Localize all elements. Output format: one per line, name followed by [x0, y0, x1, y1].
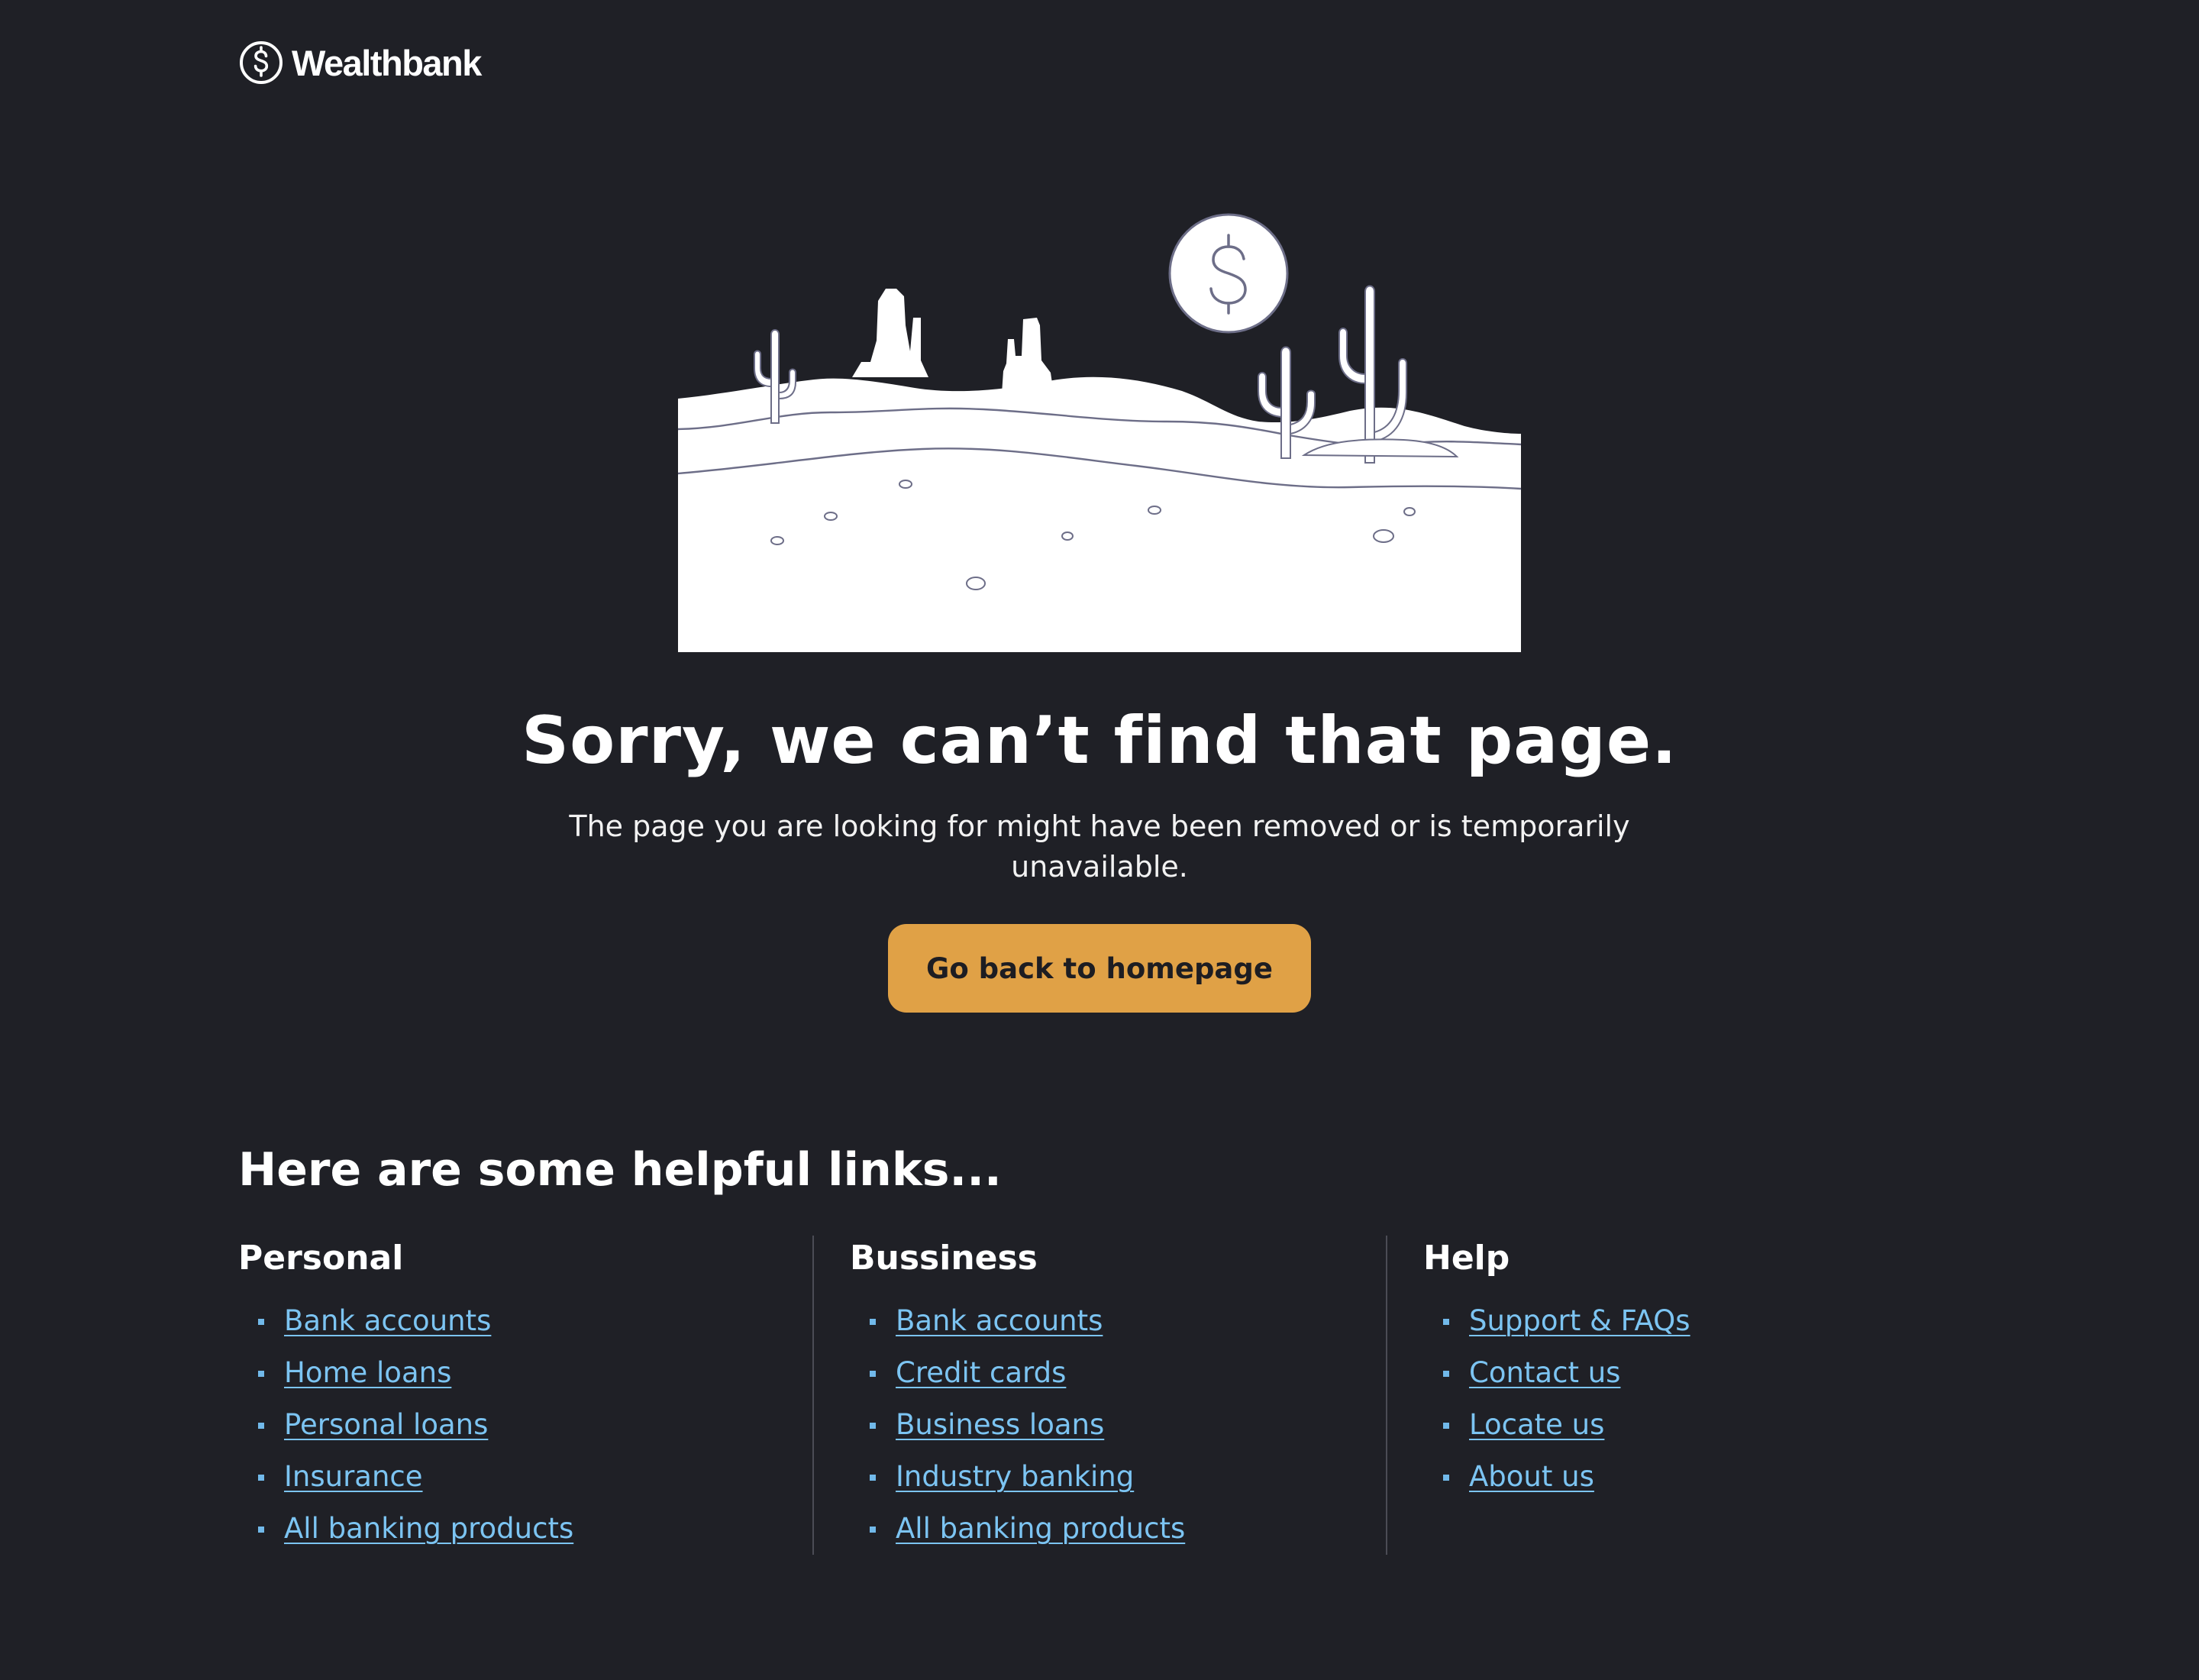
column-title: Personal — [238, 1239, 404, 1278]
dollar-circle-icon — [1168, 213, 1289, 334]
list-item: Home loans — [238, 1347, 811, 1399]
column-title: Help — [1423, 1239, 1510, 1278]
list-item: Business loans — [850, 1399, 1422, 1451]
list-item: Bank accounts — [238, 1295, 811, 1347]
link-insurance[interactable]: Insurance — [284, 1460, 423, 1493]
links-column-personal: Personal Bank accounts Home loans Person… — [238, 1236, 811, 1555]
links-column-help: Help Support & FAQs Contact us Locate us… — [1386, 1236, 1958, 1555]
list-item: Insurance — [238, 1451, 811, 1503]
bullet-icon — [258, 1475, 264, 1481]
bullet-icon — [870, 1423, 876, 1429]
bullet-icon — [258, 1527, 264, 1533]
list-item: All banking products — [238, 1503, 811, 1555]
bullet-icon — [258, 1423, 264, 1429]
bullet-icon — [870, 1371, 876, 1377]
brand-name: Wealthbank — [292, 42, 482, 83]
links-column-business: Bussiness Bank accounts Credit cards Bus… — [812, 1236, 1422, 1555]
bullet-icon — [258, 1319, 264, 1325]
list-item: Personal loans — [238, 1399, 811, 1451]
bullet-icon — [1443, 1319, 1449, 1325]
link-support-faqs[interactable]: Support & FAQs — [1469, 1304, 1690, 1337]
bullet-icon — [1443, 1475, 1449, 1481]
link-list: Bank accounts Credit cards Business loan… — [850, 1295, 1422, 1555]
link-about-us[interactable]: About us — [1469, 1460, 1594, 1493]
list-item: All banking products — [850, 1503, 1422, 1555]
link-home-loans[interactable]: Home loans — [284, 1356, 451, 1389]
error-message: The page you are looking for might have … — [569, 809, 1630, 884]
link-business-bank-accounts[interactable]: Bank accounts — [896, 1304, 1103, 1337]
link-list: Bank accounts Home loans Personal loans … — [238, 1295, 811, 1555]
link-personal-loans[interactable]: Personal loans — [284, 1408, 488, 1441]
link-business-all-banking-products[interactable]: All banking products — [896, 1512, 1185, 1545]
link-list: Support & FAQs Contact us Locate us Abou… — [1423, 1295, 1958, 1503]
link-credit-cards[interactable]: Credit cards — [896, 1356, 1066, 1389]
desert-landscape-illustration — [678, 213, 1521, 652]
list-item: Support & FAQs — [1423, 1295, 1958, 1347]
link-industry-banking[interactable]: Industry banking — [896, 1460, 1134, 1493]
link-locate-us[interactable]: Locate us — [1469, 1408, 1604, 1441]
bullet-icon — [258, 1371, 264, 1377]
dollar-circle-icon — [240, 41, 283, 84]
bullet-icon — [1443, 1371, 1449, 1377]
bullet-icon — [870, 1475, 876, 1481]
list-item: Contact us — [1423, 1347, 1958, 1399]
bullet-icon — [870, 1527, 876, 1533]
brand-logo[interactable]: Wealthbank — [238, 38, 482, 87]
list-item: Bank accounts — [850, 1295, 1422, 1347]
not-found-page: Wealthbank Sorry, we can’t find that pag… — [0, 0, 2199, 1680]
link-business-loans[interactable]: Business loans — [896, 1408, 1104, 1441]
go-home-button[interactable]: Go back to homepage — [888, 924, 1311, 1013]
helpful-links-heading: Here are some helpful links... — [238, 1143, 1002, 1197]
bullet-icon — [870, 1319, 876, 1325]
bullet-icon — [1443, 1423, 1449, 1429]
link-contact-us[interactable]: Contact us — [1469, 1356, 1620, 1389]
column-title: Bussiness — [850, 1239, 1038, 1278]
page-title: Sorry, we can’t find that page. — [521, 703, 1678, 779]
list-item: Credit cards — [850, 1347, 1422, 1399]
link-bank-accounts[interactable]: Bank accounts — [284, 1304, 491, 1337]
link-all-banking-products[interactable]: All banking products — [284, 1512, 573, 1545]
list-item: About us — [1423, 1451, 1958, 1503]
list-item: Industry banking — [850, 1451, 1422, 1503]
list-item: Locate us — [1423, 1399, 1958, 1451]
